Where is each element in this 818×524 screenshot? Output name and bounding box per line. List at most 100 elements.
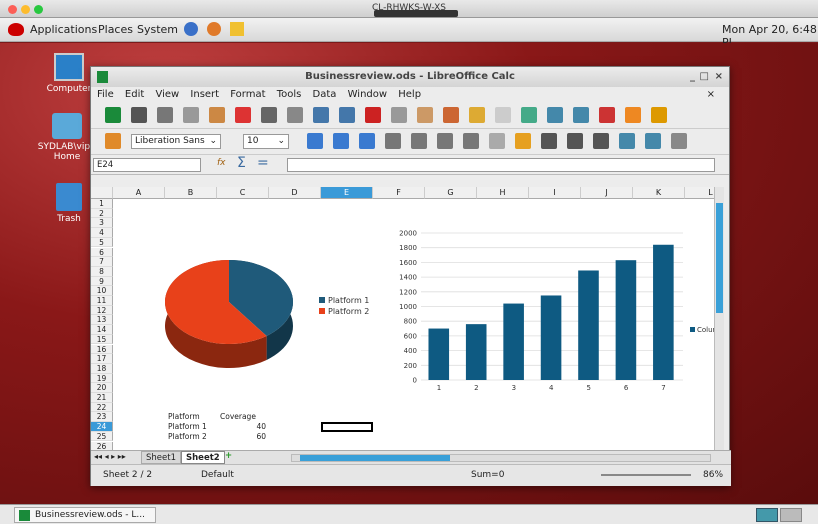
table-cell[interactable]: Coverage xyxy=(220,412,266,421)
format-button-icon[interactable] xyxy=(333,133,349,149)
format-button-icon[interactable] xyxy=(307,133,323,149)
table-cell[interactable]: 60 xyxy=(220,432,266,441)
sheet-tab[interactable]: Sheet1 xyxy=(141,451,181,464)
format-button-icon[interactable] xyxy=(437,133,453,149)
format-button-icon[interactable] xyxy=(541,133,557,149)
spreadsheet-grid[interactable]: A B C D E F G H I J K L 1 2 3 4 5 6 7 8 9 10 11 12 13 14 15 16 17 18 1… xyxy=(91,187,724,450)
menu-system[interactable]: System xyxy=(137,23,178,36)
format-button-icon[interactable] xyxy=(671,133,687,149)
table-cell[interactable]: Platform xyxy=(168,412,200,421)
toolbar-button-icon[interactable] xyxy=(131,107,147,123)
row-header[interactable]: 8 xyxy=(91,266,113,277)
toolbar-button-icon[interactable] xyxy=(547,107,563,123)
zoom-slider[interactable] xyxy=(601,474,691,476)
row-header[interactable]: 14 xyxy=(91,325,113,335)
row-header[interactable]: 26 xyxy=(91,441,113,450)
menu-help[interactable]: Help xyxy=(398,89,421,100)
row-header[interactable]: 6 xyxy=(91,247,113,258)
format-button-icon[interactable] xyxy=(567,133,583,149)
toolbar-button-icon[interactable] xyxy=(495,107,511,123)
sum-icon[interactable]: Σ xyxy=(237,155,246,171)
pie-chart-object[interactable]: Platform 1 Platform 2 xyxy=(159,232,379,392)
menu-window[interactable]: Window xyxy=(348,89,387,100)
toolbar-button-icon[interactable] xyxy=(391,107,407,123)
row-header[interactable]: 15 xyxy=(91,334,113,345)
row-header[interactable]: 1 xyxy=(91,199,113,209)
toolbar-button-icon[interactable] xyxy=(339,107,355,123)
row-header[interactable]: 20 xyxy=(91,383,113,393)
table-cell[interactable]: 40 xyxy=(220,422,266,431)
column-header[interactable]: A xyxy=(113,187,165,199)
row-header[interactable]: 21 xyxy=(91,393,113,403)
host-toolbar-icon[interactable] xyxy=(374,10,458,17)
format-button-icon[interactable] xyxy=(645,133,661,149)
format-button-icon[interactable] xyxy=(489,133,505,149)
row-header[interactable]: 23 xyxy=(91,412,113,423)
column-header[interactable]: K xyxy=(633,187,685,199)
browser-icon[interactable] xyxy=(184,22,198,36)
row-header[interactable]: 19 xyxy=(91,373,113,384)
menu-edit[interactable]: Edit xyxy=(125,89,144,100)
editor-icon[interactable] xyxy=(230,22,244,36)
column-header[interactable]: D xyxy=(269,187,321,199)
table-cell[interactable]: Platform 1 xyxy=(168,422,207,431)
format-button-icon[interactable] xyxy=(515,133,531,149)
column-header[interactable]: G xyxy=(425,187,477,199)
row-header[interactable]: 10 xyxy=(91,286,113,296)
row-header[interactable]: 25 xyxy=(91,431,113,442)
toolbar-button-icon[interactable] xyxy=(183,107,199,123)
workspace-2[interactable] xyxy=(780,508,802,522)
format-button-icon[interactable] xyxy=(359,133,375,149)
format-button-icon[interactable] xyxy=(593,133,609,149)
minimize-icon[interactable]: _ xyxy=(690,67,695,87)
sheet-nav-icons[interactable]: ◂◂ ◂ ▸ ▸▸ xyxy=(94,452,126,461)
row-header[interactable]: 13 xyxy=(91,315,113,326)
workspace-switcher[interactable] xyxy=(756,508,778,522)
toolbar-button-icon[interactable] xyxy=(287,107,303,123)
row-header[interactable]: 12 xyxy=(91,305,113,316)
column-header[interactable]: I xyxy=(529,187,581,199)
toolbar-button-icon[interactable] xyxy=(261,107,277,123)
maximize-icon[interactable]: □ xyxy=(700,67,709,87)
table-cell[interactable]: Platform 2 xyxy=(168,432,207,441)
styles-icon[interactable] xyxy=(105,133,121,149)
format-button-icon[interactable] xyxy=(411,133,427,149)
column-header[interactable]: E xyxy=(321,187,373,199)
row-header[interactable]: 9 xyxy=(91,276,113,287)
format-button-icon[interactable] xyxy=(619,133,635,149)
toolbar-button-icon[interactable] xyxy=(521,107,537,123)
bar-chart-object[interactable]: 0 200 400 600 800 1000 1200 1400 1600 1800 2000 1 2 3… xyxy=(383,221,724,411)
toolbar-button-icon[interactable] xyxy=(469,107,485,123)
column-header[interactable]: J xyxy=(581,187,633,199)
menu-applications[interactable]: Applications xyxy=(30,23,97,36)
row-header[interactable]: 5 xyxy=(91,237,113,248)
menu-places[interactable]: Places xyxy=(98,23,133,36)
vertical-scrollbar[interactable] xyxy=(714,187,724,450)
toolbar-button-icon[interactable] xyxy=(573,107,589,123)
taskbar-item[interactable]: Businessreview.ods - L... xyxy=(14,507,156,523)
toolbar-button-icon[interactable] xyxy=(235,107,251,123)
column-header[interactable]: B xyxy=(165,187,217,199)
row-header[interactable]: 4 xyxy=(91,228,113,238)
close-doc-icon[interactable]: × xyxy=(707,87,715,103)
font-size-box[interactable]: 10 ⌄ xyxy=(243,134,289,149)
corner-cell[interactable] xyxy=(91,187,113,199)
format-button-icon[interactable] xyxy=(385,133,401,149)
row-header[interactable]: 24 xyxy=(91,422,113,432)
horizontal-scrollbar[interactable] xyxy=(291,454,711,462)
sheet-tab-active[interactable]: Sheet2 xyxy=(181,451,225,464)
menu-file[interactable]: File xyxy=(97,89,114,100)
row-header[interactable]: 18 xyxy=(91,363,113,374)
format-button-icon[interactable] xyxy=(463,133,479,149)
row-header[interactable]: 11 xyxy=(91,296,113,306)
row-header[interactable]: 16 xyxy=(91,344,113,355)
menu-data[interactable]: Data xyxy=(313,89,337,100)
menu-view[interactable]: View xyxy=(155,89,179,100)
settings-icon[interactable] xyxy=(207,22,221,36)
row-header[interactable]: 22 xyxy=(91,402,113,413)
toolbar-button-icon[interactable] xyxy=(365,107,381,123)
font-name-box[interactable]: Liberation Sans ⌄ xyxy=(131,134,221,149)
column-header[interactable]: C xyxy=(217,187,269,199)
toolbar-button-icon[interactable] xyxy=(625,107,641,123)
row-header[interactable]: 3 xyxy=(91,218,113,229)
